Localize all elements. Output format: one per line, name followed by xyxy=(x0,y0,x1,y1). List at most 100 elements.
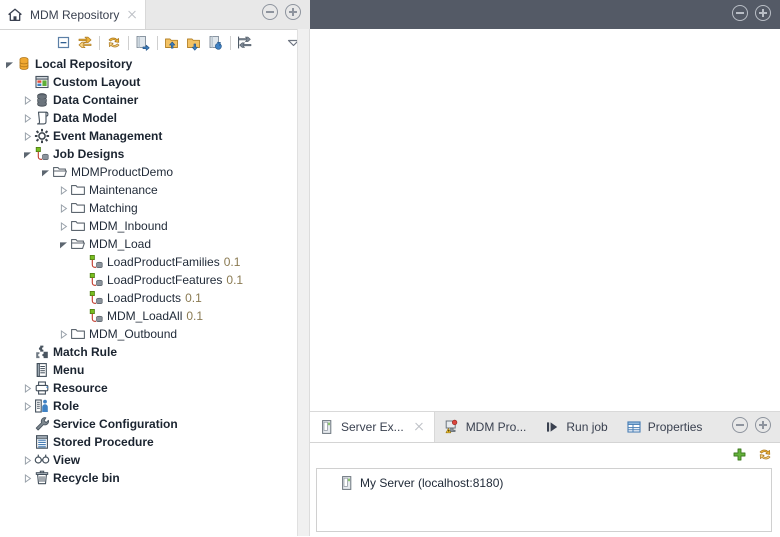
tree-item[interactable]: Matching xyxy=(0,199,297,217)
tree-item-label: MDM_Outbound xyxy=(89,327,178,341)
tree-item[interactable]: MDM_Load xyxy=(0,235,297,253)
server-view-toolbar xyxy=(310,443,780,466)
tree-item[interactable]: Custom Layout xyxy=(0,73,297,91)
tree-item[interactable]: Local Repository xyxy=(0,55,297,73)
tab-mdm-repository[interactable]: MDM Repository xyxy=(0,0,146,29)
minimize-icon[interactable] xyxy=(732,5,748,21)
minimize-icon[interactable] xyxy=(262,4,278,20)
server-icon xyxy=(319,419,335,435)
repository-toolbar xyxy=(0,30,310,56)
import-items-icon[interactable] xyxy=(132,32,154,54)
mdm-repository-view: MDM Repository Local Repository Custom L… xyxy=(0,0,310,536)
tree-item[interactable]: Menu xyxy=(0,361,297,379)
tree-item[interactable]: MDMProductDemo xyxy=(0,163,297,181)
tree-item[interactable]: LoadProductFeatures 0.1 xyxy=(0,271,297,289)
refresh-icon[interactable] xyxy=(103,32,125,54)
tab-label: MDM Repository xyxy=(30,7,120,22)
repository-tree[interactable]: Local Repository Custom Layout Data Contai… xyxy=(0,55,297,536)
expand-arrow-icon[interactable] xyxy=(4,55,15,73)
maximize-icon[interactable] xyxy=(285,4,301,20)
tree-item[interactable]: MDM_LoadAll 0.1 xyxy=(0,307,297,325)
maximize-icon[interactable] xyxy=(755,5,771,21)
editor-canvas[interactable] xyxy=(310,29,780,411)
tree-item-label: MDM_Load xyxy=(89,237,152,251)
bottom-view-stack: Server Ex... MDM Pro... Run job Properties … xyxy=(310,411,780,537)
tree-item[interactable]: Match Rule xyxy=(0,343,297,361)
filter-icon[interactable] xyxy=(234,32,256,54)
collapse-all-icon[interactable] xyxy=(52,32,74,54)
job-icon xyxy=(87,290,104,307)
close-icon[interactable] xyxy=(126,9,138,21)
tree-item-label: Resource xyxy=(53,381,108,395)
recycle-bin-icon xyxy=(33,470,50,487)
collapse-arrow-icon[interactable] xyxy=(22,397,33,415)
toolbar-separator xyxy=(99,35,100,50)
tree-item[interactable]: Service Configuration xyxy=(0,415,297,433)
expand-arrow-icon[interactable] xyxy=(22,145,33,163)
collapse-arrow-icon[interactable] xyxy=(22,127,33,145)
job-icon xyxy=(87,308,104,325)
tree-item[interactable]: Recycle bin xyxy=(0,469,297,487)
import-archive-icon[interactable] xyxy=(183,32,205,54)
server-list[interactable]: My Server (localhost:8180) xyxy=(316,468,772,532)
server-icon xyxy=(339,475,355,491)
bottom-tab-run-job[interactable]: Run job xyxy=(535,412,616,442)
collapse-arrow-icon[interactable] xyxy=(22,109,33,127)
tree-item[interactable]: Event Management xyxy=(0,127,297,145)
tree-item-label: Data Container xyxy=(53,93,139,107)
refresh-icon[interactable] xyxy=(756,446,773,463)
tree-item[interactable]: Data Model xyxy=(0,109,297,127)
tree-item-label: LoadProductFamilies xyxy=(107,255,220,269)
tree-item[interactable]: LoadProducts 0.1 xyxy=(0,289,297,307)
job-designs-icon xyxy=(33,146,50,163)
tree-item[interactable]: Maintenance xyxy=(0,181,297,199)
export-items-icon[interactable] xyxy=(161,32,183,54)
tree-item-version: 0.1 xyxy=(223,255,241,269)
maximize-icon[interactable] xyxy=(755,417,771,433)
tree-item[interactable]: View xyxy=(0,451,297,469)
tree-item-label: Maintenance xyxy=(89,183,158,197)
bottom-tab-server-ex[interactable]: Server Ex... xyxy=(310,412,435,442)
collapse-arrow-icon[interactable] xyxy=(58,181,69,199)
mdm-problems-icon xyxy=(444,419,460,435)
tree-item[interactable]: Resource xyxy=(0,379,297,397)
tree-item[interactable]: Data Container xyxy=(0,91,297,109)
expand-arrow-icon[interactable] xyxy=(40,163,51,181)
tree-item[interactable]: MDM_Outbound xyxy=(0,325,297,343)
collapse-arrow-icon[interactable] xyxy=(58,217,69,235)
collapse-arrow-icon[interactable] xyxy=(22,379,33,397)
bottom-tab-mdm-pro[interactable]: MDM Pro... xyxy=(435,412,536,442)
collapse-arrow-icon[interactable] xyxy=(58,325,69,343)
tree-item[interactable]: Role xyxy=(0,397,297,415)
add-server-icon[interactable] xyxy=(731,446,748,463)
expand-arrow-icon[interactable] xyxy=(58,235,69,253)
server-list-item[interactable]: My Server (localhost:8180) xyxy=(317,473,771,492)
collapse-arrow-icon[interactable] xyxy=(22,451,33,469)
tree-item[interactable]: LoadProductFamilies 0.1 xyxy=(0,253,297,271)
tree-item[interactable]: Job Designs xyxy=(0,145,297,163)
bottom-tab-properties[interactable]: Properties xyxy=(617,412,712,442)
tree-item-label: Service Configuration xyxy=(53,417,178,431)
sidebar-scrollbar[interactable] xyxy=(297,29,310,536)
wrench-icon xyxy=(33,416,50,433)
close-icon[interactable] xyxy=(413,421,425,433)
collapse-arrow-icon[interactable] xyxy=(58,199,69,217)
tree-item[interactable]: MDM_Inbound xyxy=(0,217,297,235)
tree-item[interactable]: Stored Procedure xyxy=(0,433,297,451)
collapse-arrow-icon[interactable] xyxy=(22,91,33,109)
tree-item-label: LoadProductFeatures xyxy=(107,273,223,287)
collapse-arrow-icon[interactable] xyxy=(22,469,33,487)
bottom-tab-label: MDM Pro... xyxy=(465,420,527,434)
link-with-editor-icon[interactable] xyxy=(74,32,96,54)
minimize-icon[interactable] xyxy=(732,417,748,433)
bottom-tab-label: Run job xyxy=(566,420,608,434)
tree-item-label: Stored Procedure xyxy=(53,435,154,449)
run-job-icon xyxy=(544,419,560,435)
tree-item-label: View xyxy=(53,453,81,467)
export-archive-icon[interactable] xyxy=(205,32,227,54)
bottom-tabbar: Server Ex... MDM Pro... Run job Properties xyxy=(310,412,780,443)
